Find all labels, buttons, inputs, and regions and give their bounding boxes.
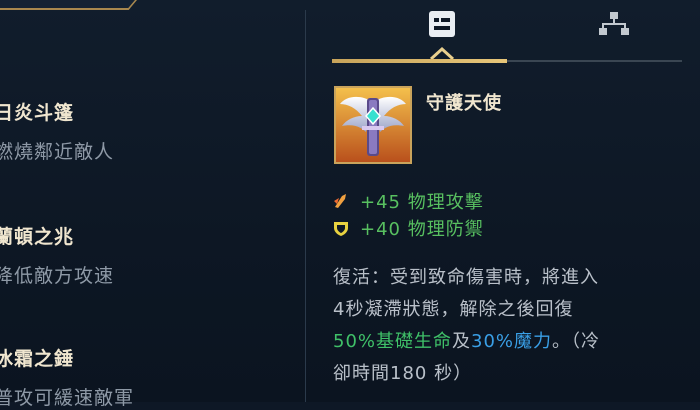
mana-restore-text: 30%魔力	[471, 331, 553, 352]
health-restore-text: 50%基礎生命	[333, 331, 453, 352]
list-item-name: 日炎斗篷	[0, 102, 75, 124]
stat-attack-damage: +45 物理攻擊	[332, 188, 484, 214]
passive-line-3: 50%基礎生命及30%魔力。（冷	[333, 326, 678, 358]
tab-item-detail[interactable]	[422, 6, 462, 42]
item-shop-panel: 日炎斗篷 燃燒鄰近敵人 蘭頓之兆 降低敵方攻速 冰霜之錘 普攻可緩速敵軍 守護天…	[0, 0, 700, 409]
list-item-desc: 降低敵方攻速	[0, 265, 115, 287]
stat-armor: +40 物理防禦	[332, 215, 484, 241]
item-passive-description: 復活：受到致命傷害時，將進入 4秒凝滯狀態，解除之後回復 50%基礎生命及30%…	[333, 262, 678, 390]
list-item-desc: 普攻可緩速敵軍	[0, 387, 135, 409]
passive-line-2: 4秒凝滯狀態，解除之後回復	[333, 299, 574, 320]
list-item-desc: 燃燒鄰近敵人	[0, 141, 115, 163]
passive-line-1: 復活：受到致命傷害時，將進入	[333, 267, 599, 288]
list-item-name: 蘭頓之兆	[0, 226, 75, 248]
detail-tabs	[332, 0, 682, 66]
list-item-randuins-omen[interactable]: 蘭頓之兆 降低敵方攻速	[0, 222, 294, 288]
stat-text: +45 物理攻擊	[360, 192, 484, 213]
item-list: 日炎斗篷 燃燒鄰近敵人 蘭頓之兆 降低敵方攻速 冰霜之錘 普攻可緩速敵軍	[0, 0, 305, 409]
build-tree-icon	[599, 12, 629, 35]
armor-icon	[334, 222, 348, 236]
and-text: 及	[452, 331, 472, 352]
list-item-name: 冰霜之錘	[0, 348, 75, 370]
active-tab-caret-icon	[429, 46, 455, 60]
item-detail-panel: 守護天使 +45 物理攻擊 +40 物理防禦 復活：受到致命傷害時，將進入 4秒…	[306, 0, 700, 402]
attack-damage-icon	[334, 194, 346, 208]
list-item-frozen-mallet[interactable]: 冰霜之錘 普攻可緩速敵軍	[0, 344, 294, 410]
guardian-angel-icon	[334, 86, 412, 164]
item-detail-icon	[429, 11, 455, 37]
item-name: 守護天使	[426, 93, 502, 114]
list-item-sunfire-cape[interactable]: 日炎斗篷 燃燒鄰近敵人	[0, 98, 294, 164]
passive-line-4: 卻時間180 秒）	[333, 363, 473, 384]
stat-text: +40 物理防禦	[360, 219, 484, 240]
tab-build-tree[interactable]	[594, 6, 634, 42]
cooldown-prefix-text: 。（冷	[552, 331, 601, 352]
tab-underline-active	[332, 59, 507, 63]
